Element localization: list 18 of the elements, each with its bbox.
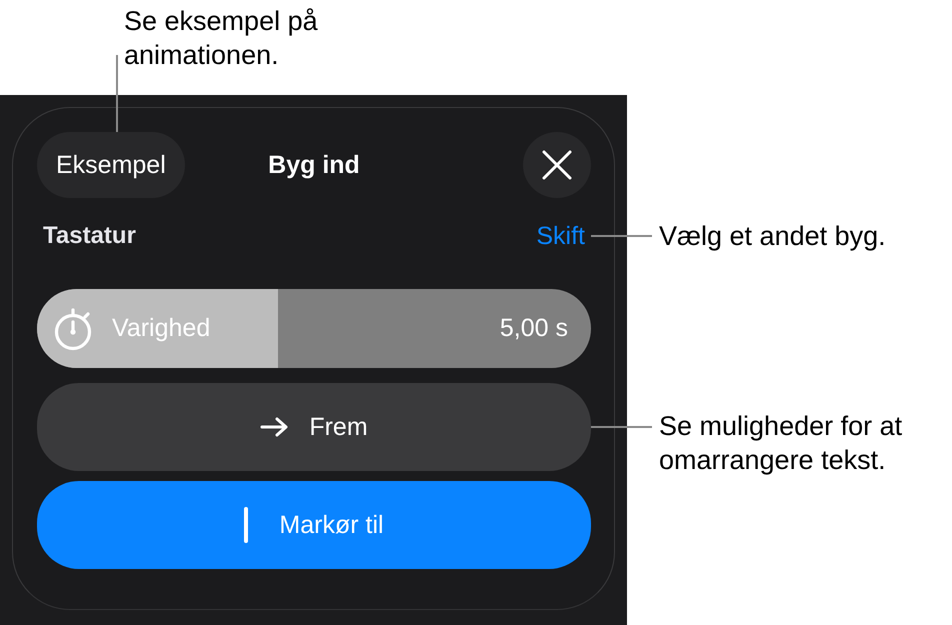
- duration-slider[interactable]: Varighed 5,00 s: [37, 289, 591, 368]
- callout-text: Vælg et andet byg.: [659, 220, 887, 253]
- slider-reading: 5,00 s: [500, 314, 568, 343]
- change-link[interactable]: Skift: [536, 222, 585, 250]
- preview-button[interactable]: Eksempel: [37, 132, 185, 198]
- callout-text: Se muligheder for at omarrangere tekst.: [659, 410, 904, 477]
- build-name: Tastatur: [43, 222, 136, 250]
- arrow-right-icon: [260, 417, 288, 437]
- slider-label: Varighed: [112, 314, 210, 343]
- option-button[interactable]: Frem: [37, 383, 591, 471]
- option-button[interactable]: Markør til: [37, 481, 591, 569]
- leader-line: [591, 426, 652, 428]
- sheet-title: Byg ind: [268, 150, 360, 180]
- callout-text: Se eksempel på animationen.: [124, 5, 319, 72]
- leader-line: [591, 235, 652, 237]
- close-icon: [542, 150, 572, 180]
- text-cursor-icon: [244, 507, 248, 543]
- stopwatch-icon: [53, 306, 93, 350]
